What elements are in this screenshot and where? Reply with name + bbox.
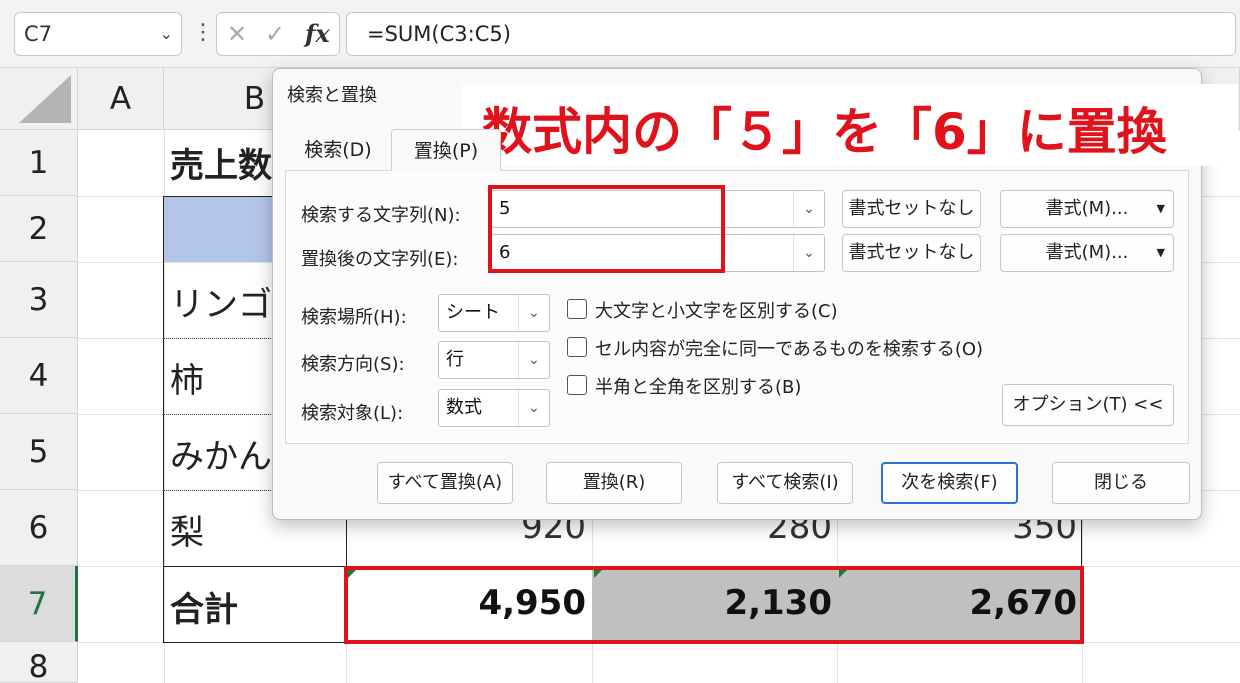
enter-icon[interactable]: ✓	[265, 19, 285, 49]
chevron-down-icon[interactable]: ⌄	[793, 191, 824, 227]
within-value: シート	[446, 302, 500, 323]
find-format-label: 書式(M)...	[1045, 198, 1129, 219]
dropdown-arrow-icon: ▼	[1156, 202, 1165, 215]
match-entire-label: セル内容が完全に同一であるものを検索する(O)	[595, 339, 984, 360]
row-header-7[interactable]: 7	[0, 566, 78, 642]
find-format-button[interactable]: 書式(M)... ▼	[1000, 190, 1174, 228]
look-in-select[interactable]: 数式 ⌄	[438, 389, 550, 427]
annotation-banner: 数式内の「５」を「6」に置換	[462, 84, 1238, 166]
match-entire-checkbox[interactable]	[567, 337, 587, 357]
highlight-total-row	[344, 566, 1084, 644]
chevron-down-icon: ⌄	[518, 342, 549, 378]
search-direction-label: 検索方向(S):	[301, 354, 405, 375]
formula-actions: ✕ ✓ fx	[216, 12, 340, 56]
replace-label: 置換後の文字列(E):	[301, 249, 459, 270]
replace-format-button[interactable]: 書式(M)... ▼	[1000, 234, 1174, 272]
replace-button[interactable]: 置換(R)	[546, 462, 682, 504]
more-options-icon[interactable]: ⋮	[192, 18, 214, 50]
find-all-button[interactable]: すべて検索(I)	[717, 462, 853, 504]
within-select[interactable]: シート ⌄	[438, 294, 550, 332]
row-header-4[interactable]: 4	[0, 338, 78, 414]
close-button[interactable]: 閉じる	[1052, 462, 1190, 504]
tab-replace-label: 置換(P)	[413, 140, 479, 162]
find-format-indicator: 書式セットなし	[842, 190, 981, 228]
within-label: 検索場所(H):	[301, 307, 407, 328]
cell-b5[interactable]: みかん	[170, 429, 272, 478]
options-button[interactable]: オプション(T) <<	[1002, 384, 1174, 426]
tab-find[interactable]: 検索(D)	[287, 129, 389, 171]
dialog-title: 検索と置換	[287, 85, 377, 106]
cell-b4[interactable]: 柿	[170, 353, 204, 402]
row-header-1[interactable]: 1	[0, 130, 78, 196]
column-header-a[interactable]: A	[78, 68, 164, 130]
match-byte-checkbox[interactable]	[567, 375, 587, 395]
row-header-3[interactable]: 3	[0, 262, 78, 338]
chevron-down-icon[interactable]: ⌄	[160, 13, 173, 55]
cell-b3[interactable]: リンゴ	[170, 277, 272, 326]
tab-find-label: 検索(D)	[304, 139, 372, 161]
match-case-label: 大文字と小文字を区別する(C)	[595, 301, 838, 322]
search-direction-select[interactable]: 行 ⌄	[438, 341, 550, 379]
row-header-6[interactable]: 6	[0, 490, 78, 566]
search-direction-value: 行	[446, 349, 464, 370]
chevron-down-icon: ⌄	[518, 295, 549, 331]
highlight-find-replace-inputs	[488, 185, 725, 273]
cancel-icon[interactable]: ✕	[227, 19, 247, 49]
annotation-text: 数式内の「５」を「6」に置換	[482, 103, 1167, 161]
row-header-2[interactable]: 2	[0, 196, 78, 262]
match-byte-label: 半角と全角を区別する(B)	[595, 377, 802, 398]
row-header-8[interactable]: 8	[0, 642, 78, 683]
match-case-checkbox[interactable]	[567, 299, 587, 319]
formula-input[interactable]: =SUM(C3:C5)	[346, 12, 1236, 56]
find-label: 検索する文字列(N):	[301, 205, 461, 226]
row-header-5[interactable]: 5	[0, 414, 78, 490]
find-next-button[interactable]: 次を検索(F)	[881, 462, 1018, 504]
cell-b7[interactable]: 合計	[170, 582, 238, 631]
cell-b1[interactable]: 売上数	[170, 138, 272, 187]
chevron-down-icon[interactable]: ⌄	[793, 235, 824, 271]
function-icon[interactable]: fx	[305, 19, 330, 49]
dropdown-arrow-icon: ▼	[1156, 246, 1165, 259]
tab-replace[interactable]: 置換(P)	[391, 129, 501, 171]
look-in-label: 検索対象(L):	[301, 403, 404, 424]
look-in-value: 数式	[446, 397, 482, 418]
name-box-value: C7	[24, 22, 53, 46]
select-all-corner[interactable]	[0, 68, 78, 130]
replace-format-indicator: 書式セットなし	[842, 234, 981, 272]
replace-all-button[interactable]: すべて置換(A)	[377, 462, 513, 504]
chevron-down-icon: ⌄	[518, 390, 549, 426]
name-box[interactable]: C7 ⌄	[14, 12, 182, 56]
replace-format-label: 書式(M)...	[1045, 242, 1129, 263]
cell-b6[interactable]: 梨	[170, 505, 204, 554]
